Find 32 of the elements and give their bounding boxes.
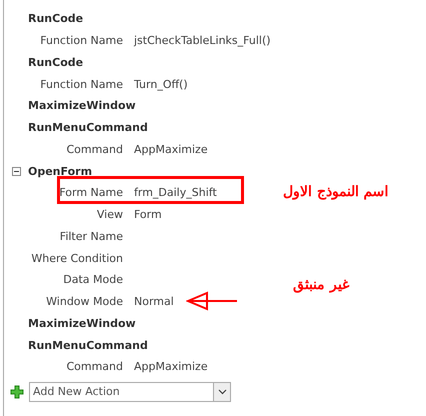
action-name[interactable]: OpenForm	[28, 164, 92, 178]
argument-label: View	[96, 208, 123, 222]
argument-label: Filter Name	[58, 230, 123, 243]
argument-value: AppMaximize	[134, 142, 208, 156]
argument-label: Form Name	[58, 186, 123, 200]
dropdown-button[interactable]	[213, 382, 231, 402]
add-action-field[interactable]: Add New Action	[29, 382, 213, 402]
argument-value: frm_Daily_Shift	[134, 186, 217, 200]
arrow-icon	[186, 290, 238, 311]
argument-label: Command	[65, 142, 123, 156]
collapse-icon[interactable]	[12, 166, 21, 176]
argument-label: Where Condition	[30, 252, 123, 265]
argument-label: Command	[65, 360, 123, 374]
argument-label: Function Name	[39, 78, 123, 91]
argument-value: Normal	[134, 295, 174, 308]
argument-value: AppMaximize	[134, 360, 208, 374]
annotation-text: غير منبثق	[293, 276, 349, 293]
action-name[interactable]: RunCode	[28, 12, 84, 26]
argument-value: Form	[134, 208, 162, 222]
add-icon[interactable]	[10, 384, 24, 399]
annotation-text: اسم النموذج الاول	[283, 183, 389, 200]
action-name[interactable]: RunMenuCommand	[28, 121, 148, 134]
argument-label: Data Mode	[62, 273, 123, 286]
action-name[interactable]: RunMenuCommand	[28, 338, 148, 352]
argument-value: jstCheckTableLinks_Full()	[134, 34, 271, 48]
argument-value: Turn_Off()	[134, 78, 188, 91]
action-name[interactable]: MaximizeWindow	[28, 99, 136, 112]
action-name[interactable]: MaximizeWindow	[28, 316, 136, 330]
action-name[interactable]: RunCode	[28, 56, 84, 69]
argument-label: Function Name	[39, 34, 123, 48]
caret-icon	[218, 388, 226, 395]
argument-label: Window Mode	[45, 295, 123, 308]
